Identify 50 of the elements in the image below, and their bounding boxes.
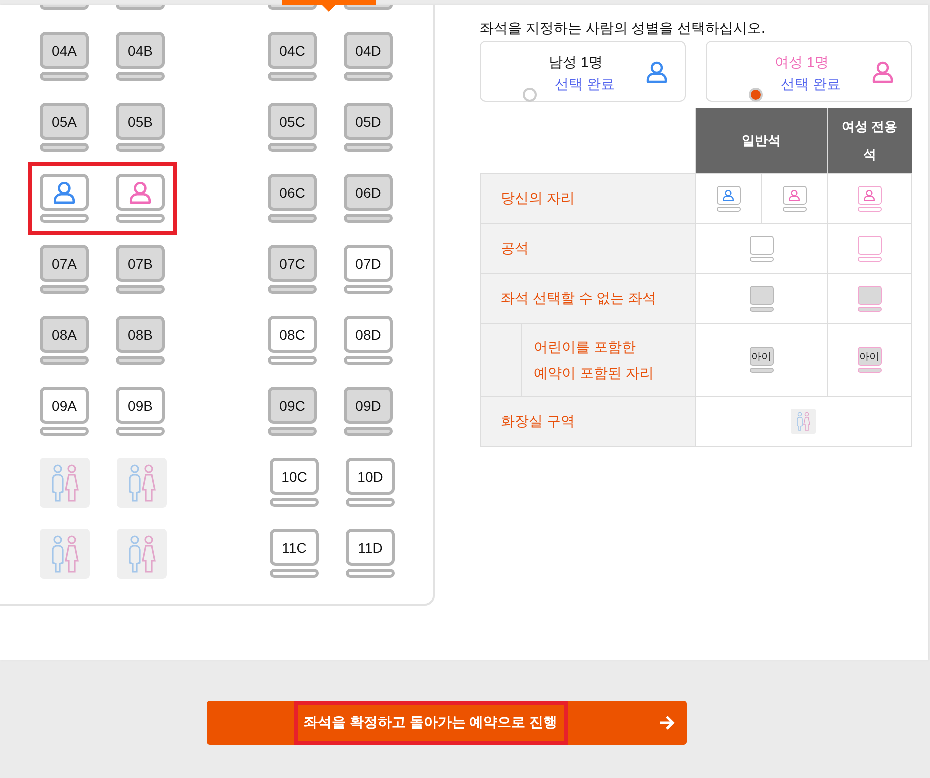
restroom-icon [791, 409, 816, 434]
seat-icon [858, 286, 882, 312]
person-icon [788, 188, 801, 202]
seat: 06C [268, 174, 317, 223]
option-label: 남성 1명 [549, 54, 603, 72]
restroom-icon [40, 529, 90, 579]
seat: 06D [344, 174, 393, 223]
seat: 09C [268, 387, 317, 436]
my-seat[interactable] [116, 174, 165, 223]
seat-icon [750, 286, 774, 312]
option-status: 선택 완료 [781, 76, 841, 94]
confirm-button[interactable]: 좌석을 확정하고 돌아가는 예약으로 진행 [207, 701, 687, 745]
legend-label: 좌석 선택할 수 없는 좌석 [501, 290, 657, 306]
legend-label: 공석 [501, 240, 529, 256]
gender-prompt: 좌석을 지정하는 사람의 성별을 선택하십시오. [480, 20, 766, 38]
gender-option[interactable]: 여성 1명 선택 완료 [706, 41, 912, 102]
radio-button[interactable] [749, 88, 764, 102]
restroom-icon [117, 458, 167, 508]
restroom-icon [40, 458, 90, 508]
seat-icon [750, 236, 774, 262]
seat: 04D [344, 32, 393, 81]
my-seat[interactable] [40, 174, 89, 223]
restroom-icon [117, 529, 167, 579]
seat: 08A [40, 316, 89, 365]
legend-label: 당신의 자리 [501, 190, 575, 206]
gender-option[interactable]: 남성 1명 선택 완료 [480, 41, 686, 102]
option-status: 선택 완료 [555, 76, 615, 94]
seat: 09D [344, 387, 393, 436]
seat-icon [858, 236, 882, 262]
seat: 08B [116, 316, 165, 365]
seat: 07B [116, 245, 165, 294]
seat: 04B [116, 32, 165, 81]
option-label: 여성 1명 [775, 54, 829, 72]
seat: 07C [268, 245, 317, 294]
legend-label: 예약이 포함된 자리 [534, 364, 655, 383]
column-header: 여성 전용석 [828, 108, 912, 174]
legend-label: 어린이를 포함한 [534, 338, 637, 357]
seat: 05C [268, 103, 317, 152]
legend-label: 화장실 구역 [501, 412, 575, 428]
person-icon [722, 188, 735, 202]
seat: 04C [268, 32, 317, 81]
seat: 04A [40, 32, 89, 81]
seat: 07A [40, 245, 89, 294]
radio-button[interactable] [523, 88, 538, 102]
column-header: 일반석 [696, 108, 828, 174]
seat: 05A [40, 103, 89, 152]
seat: 05B [116, 103, 165, 152]
seat: 05D [344, 103, 393, 152]
arrow-right-icon [659, 716, 675, 730]
person-icon [863, 188, 876, 202]
